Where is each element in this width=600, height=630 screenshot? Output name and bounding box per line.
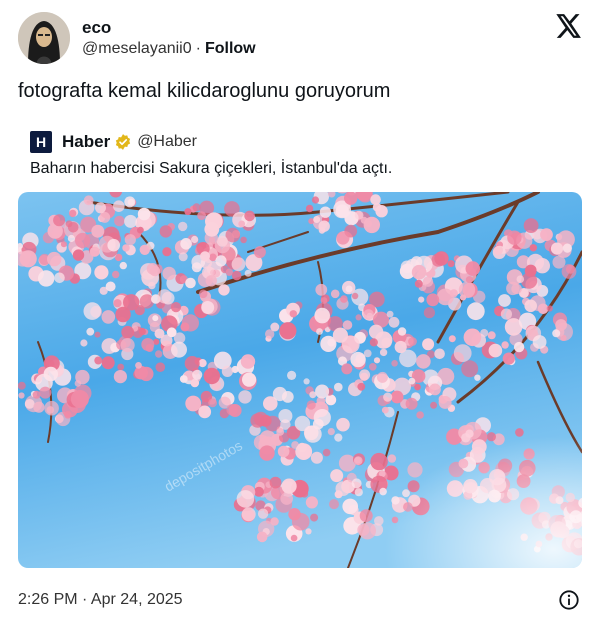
author-display-name[interactable]: eco	[82, 18, 111, 38]
verified-badge-icon	[116, 134, 131, 150]
quoted-tweet-photo[interactable]: depositphotos	[18, 192, 582, 568]
avatar[interactable]	[18, 12, 70, 64]
quoted-tweet-text: Baharın habercisi Sakura çiçekleri, İsta…	[30, 160, 393, 177]
quoted-account-logo: H	[30, 131, 52, 153]
quoted-tweet-header[interactable]: H Haber @Haber	[30, 131, 197, 153]
separator: ·	[195, 40, 201, 57]
quoted-account-handle[interactable]: @Haber	[137, 133, 197, 151]
info-icon[interactable]	[558, 589, 580, 611]
x-logo-icon[interactable]	[556, 14, 582, 38]
avatar-image	[18, 12, 70, 64]
author-handle[interactable]: @meselayanii0	[82, 40, 192, 57]
tweet-text: fotografta kemal kilicdaroglunu goruyoru…	[18, 80, 391, 102]
tweet-timestamp[interactable]: 2:26 PM · Apr 24, 2025	[18, 591, 183, 609]
cherry-blossom-image: depositphotos	[18, 192, 582, 568]
follow-button[interactable]: Follow	[205, 40, 256, 57]
author-handle-row: @meselayanii0 · Follow	[82, 40, 256, 58]
quoted-account-name[interactable]: Haber	[62, 132, 110, 152]
